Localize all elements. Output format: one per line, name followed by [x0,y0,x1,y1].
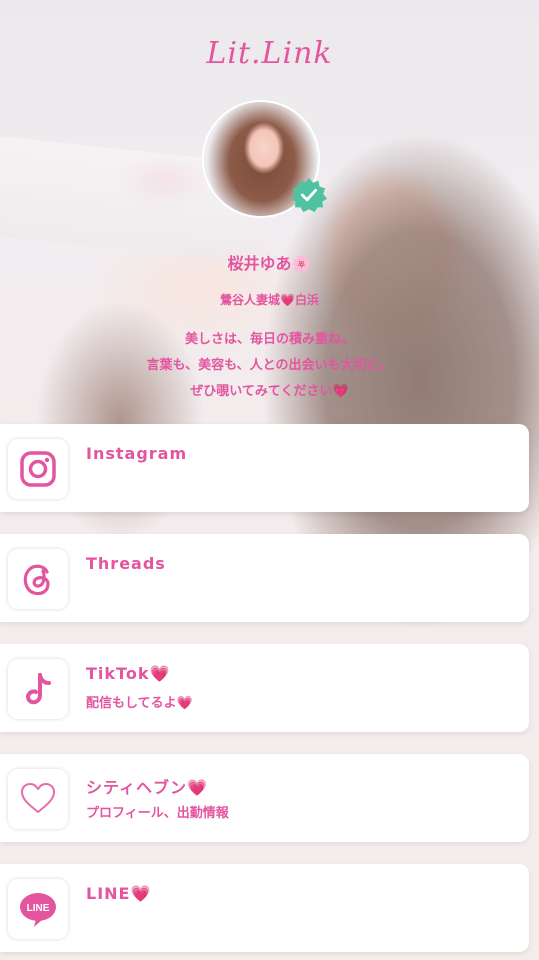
profile-bio: 美しさは、毎日の積み重ね。 言葉も、美容も、人との出会いも大切に。 ぜひ覗いてみ… [0,327,539,405]
site-logo[interactable]: Lit.Link [0,36,539,71]
threads-icon [8,549,68,609]
heart-outline-icon [8,769,68,829]
bio-line: 言葉も、美容も、人との出会いも大切に。 [146,358,393,373]
link-card-cityheaven[interactable]: シティヘブン💗 プロフィール、出勤情報 [0,754,529,842]
link-card-tiktok[interactable]: TikTok💗 配信もしてるよ💗 [0,644,529,732]
tiktok-icon [8,659,68,719]
profile-subtitle: 鶯谷人妻城💗白浜 [220,293,319,307]
link-card-threads[interactable]: Threads [0,534,529,622]
profile-avatar-container [202,100,328,218]
instagram-icon [8,439,68,499]
link-title: シティヘブン💗 [86,778,208,797]
link-subtitle: 配信もしてるよ💗 [86,696,193,711]
link-subtitle: プロフィール、出勤情報 [86,806,229,821]
link-title: LINE💗 [86,884,152,903]
link-card-instagram[interactable]: Instagram [0,424,529,512]
bio-line: 美しさは、毎日の積み重ね。 [184,332,354,347]
link-title: Threads [86,554,166,573]
svg-text:LINE: LINE [27,903,50,914]
link-card-line[interactable]: LINE LINE💗 [0,864,529,952]
profile-name: 桜井ゆあ🌸 [227,254,312,273]
verified-badge-icon [290,176,328,214]
link-title: Instagram [86,444,188,463]
link-title: TikTok💗 [86,664,171,683]
bio-line: ぜひ覗いてみてください💗 [190,384,349,399]
line-icon: LINE [8,879,68,939]
